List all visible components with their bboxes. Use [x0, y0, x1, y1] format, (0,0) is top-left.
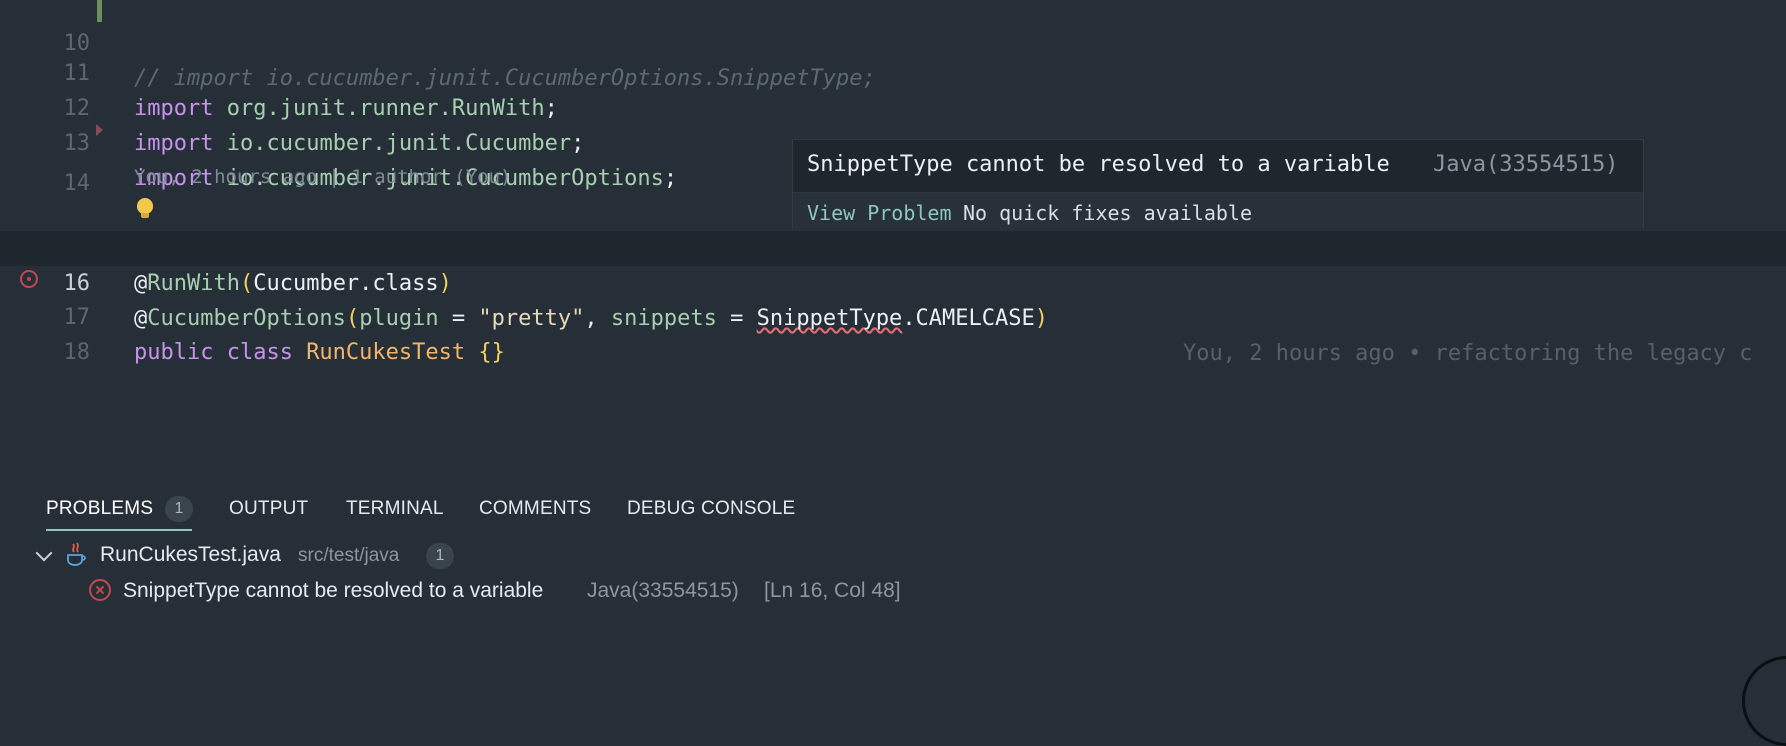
- problem-file-name: RunCukesTest.java: [100, 543, 281, 566]
- problem-position: [Ln 16, Col 48]: [764, 579, 901, 602]
- hover-actions-bar: View Problem No quick fixes available: [793, 193, 1643, 230]
- problems-count-badge: 1: [165, 496, 193, 522]
- tab-problems[interactable]: PROBLEMS: [46, 498, 153, 520]
- tab-debug-console[interactable]: DEBUG CONSOLE: [627, 498, 795, 520]
- view-problem-link[interactable]: View Problem: [807, 201, 952, 225]
- tab-output[interactable]: OUTPUT: [229, 498, 308, 520]
- semicolon: ;: [663, 166, 678, 191]
- inline-blame: You, 2 hours ago • refactoring the legac…: [1183, 341, 1753, 366]
- problem-source: Java(33554515): [587, 579, 739, 602]
- class-body: {}: [465, 340, 505, 365]
- code-line-16[interactable]: 16 @CucumberOptions(plugin = "pretty", s…: [0, 231, 1786, 366]
- problem-message: SnippetType cannot be resolved to a vari…: [123, 579, 544, 602]
- active-tab-indicator: [46, 529, 192, 531]
- code-editor[interactable]: 10 // import io.cucumber.junit.CucumberO…: [0, 0, 1786, 470]
- problem-file-path: src/test/java: [298, 545, 400, 566]
- git-blame-codelens[interactable]: You, 2 hours ago | 1 author (You): [134, 166, 512, 188]
- bottom-panel: PROBLEMS 1 OUTPUT TERMINAL COMMENTS DEBU…: [0, 470, 1786, 698]
- code-line-12[interactable]: 12 import io.cucumber.junit.Cucumber;: [0, 56, 1786, 156]
- problem-item[interactable]: SnippetType cannot be resolved to a vari…: [0, 575, 1786, 609]
- error-icon: [89, 579, 111, 601]
- hover-error-code: Java(33554515): [1433, 152, 1619, 177]
- code-line-17[interactable]: 17 public class RunCukesTest {}: [0, 265, 1786, 365]
- modifiers: public class: [134, 340, 307, 365]
- code-line-13[interactable]: 13 import io.cucumber.junit.CucumberOpti…: [0, 91, 1786, 191]
- java-file-icon: [67, 542, 86, 566]
- lightbulb-icon[interactable]: [137, 198, 153, 218]
- tab-comments[interactable]: COMMENTS: [479, 498, 591, 520]
- code-line-18[interactable]: 18: [0, 300, 1786, 365]
- no-quick-fixes-label: No quick fixes available: [963, 201, 1252, 225]
- code-line-11[interactable]: 11 import org.junit.runner.RunWith;: [0, 21, 1786, 121]
- problems-file-row[interactable]: RunCukesTest.java src/test/java 1: [0, 539, 1786, 573]
- class-name: RunCukesTest: [306, 340, 466, 365]
- line-number: 18: [63, 340, 91, 365]
- tab-terminal[interactable]: TERMINAL: [346, 498, 444, 520]
- error-hover-tooltip: SnippetType cannot be resolved to a vari…: [792, 139, 1644, 230]
- hover-error-message: SnippetType cannot be resolved to a vari…: [807, 152, 1390, 177]
- file-problem-count: 1: [426, 543, 454, 569]
- chevron-down-icon[interactable]: [35, 544, 53, 562]
